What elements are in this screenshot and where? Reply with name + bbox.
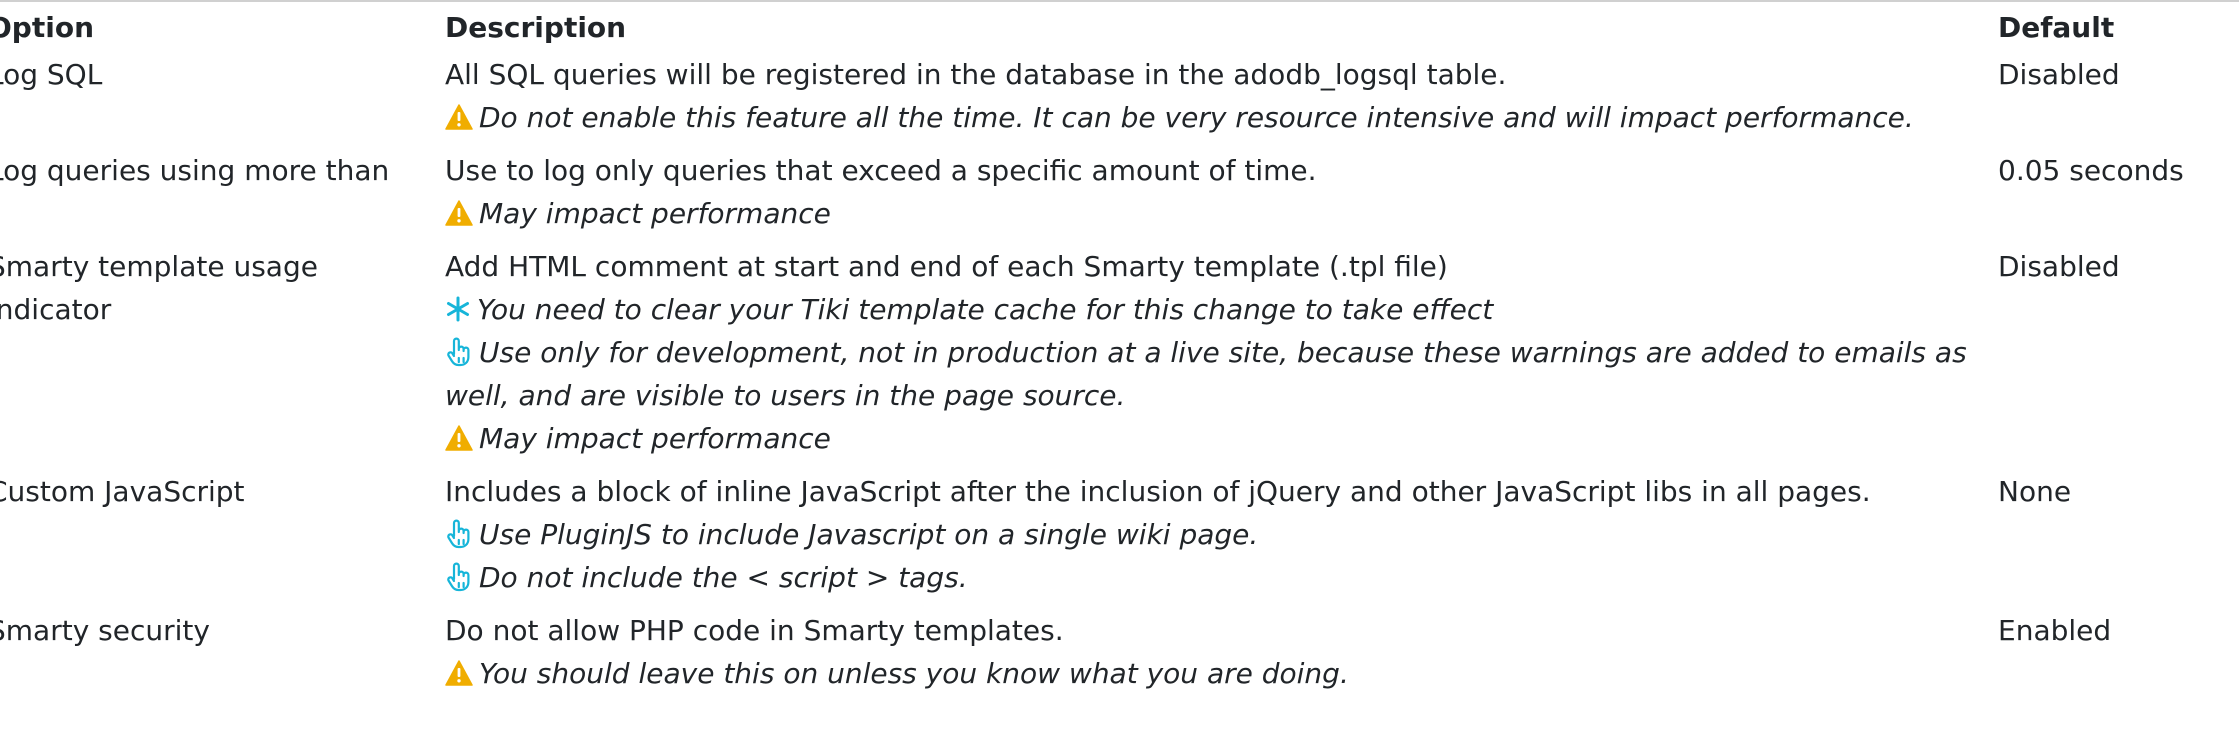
option-description-cell: Add HTML comment at start and end of eac… xyxy=(445,243,1998,468)
option-name: Smarty security xyxy=(0,614,210,647)
option-note: You should leave this on unless you know… xyxy=(445,652,1998,695)
option-description: Includes a block of inline JavaScript af… xyxy=(445,475,1871,508)
option-note: May impact performance xyxy=(445,192,1998,235)
table-row: Custom JavaScript Includes a block of inl… xyxy=(0,468,2239,607)
option-default: Enabled xyxy=(1998,614,2112,647)
warning-icon xyxy=(445,422,479,455)
option-description-cell: Do not allow PHP code in Smarty template… xyxy=(445,607,1998,703)
table-row: Smarty security Do not allow PHP code in … xyxy=(0,607,2239,703)
header-default: Default xyxy=(1998,11,2115,44)
option-description-cell: All SQL queries will be registered in th… xyxy=(445,51,1998,147)
option-note: Do not include the < script > tags. xyxy=(445,556,1998,599)
pointing-hand-icon xyxy=(445,561,479,594)
option-name: Log queries using more than xyxy=(0,154,390,187)
option-description: Add HTML comment at start and end of eac… xyxy=(445,250,1448,283)
pointing-hand-icon xyxy=(445,518,479,551)
option-note-text: May impact performance xyxy=(479,422,831,455)
option-description: Do not allow PHP code in Smarty template… xyxy=(445,614,1064,647)
option-note-text: Use PluginJS to include Javascript on a … xyxy=(479,518,1259,551)
option-default: Disabled xyxy=(1998,250,2120,283)
option-description: Use to log only queries that exceed a sp… xyxy=(445,154,1317,187)
option-description: All SQL queries will be registered in th… xyxy=(445,58,1507,91)
table-row: Log queries using more than Use to log on… xyxy=(0,147,2239,243)
option-note: Use PluginJS to include Javascript on a … xyxy=(445,513,1998,556)
option-note-text: Do not include the < script > tags. xyxy=(479,561,968,594)
warning-icon xyxy=(445,101,479,134)
table-header-row: Option Description Default xyxy=(0,0,2239,51)
option-default: None xyxy=(1998,475,2072,508)
option-name: Log SQL xyxy=(0,58,103,91)
option-description-cell: Includes a block of inline JavaScript af… xyxy=(445,468,1998,607)
option-note-text: You need to clear your Tiki template cac… xyxy=(477,293,1494,326)
option-note: Do not enable this feature all the time.… xyxy=(445,96,1998,139)
option-note-text: May impact performance xyxy=(479,197,831,230)
option-default: 0.05 seconds xyxy=(1998,154,2184,187)
pointing-hand-icon xyxy=(445,336,479,369)
option-note: May impact performance xyxy=(445,417,1998,460)
preferences-table: Option Description Default Log SQL All SQ… xyxy=(0,0,2239,703)
option-note: Use only for development, not in product… xyxy=(445,331,1998,417)
header-option: Option xyxy=(0,11,94,44)
asterisk-icon xyxy=(445,293,477,326)
option-name: Smarty template usage indicator xyxy=(0,250,318,326)
warning-icon xyxy=(445,657,479,690)
option-description-cell: Use to log only queries that exceed a sp… xyxy=(445,147,1998,243)
table-body: Log SQL All SQL queries will be registere… xyxy=(0,51,2239,703)
option-note-text: Do not enable this feature all the time.… xyxy=(479,101,1914,134)
option-note-text: Use only for development, not in product… xyxy=(445,336,1967,412)
table-row: Smarty template usage indicator Add HTML … xyxy=(0,243,2239,468)
option-default: Disabled xyxy=(1998,58,2120,91)
option-note-text: You should leave this on unless you know… xyxy=(479,657,1349,690)
warning-icon xyxy=(445,197,479,230)
option-note: You need to clear your Tiki template cac… xyxy=(445,288,1998,331)
option-name: Custom JavaScript xyxy=(0,475,245,508)
table-row: Log SQL All SQL queries will be registere… xyxy=(0,51,2239,147)
header-description: Description xyxy=(445,11,627,44)
